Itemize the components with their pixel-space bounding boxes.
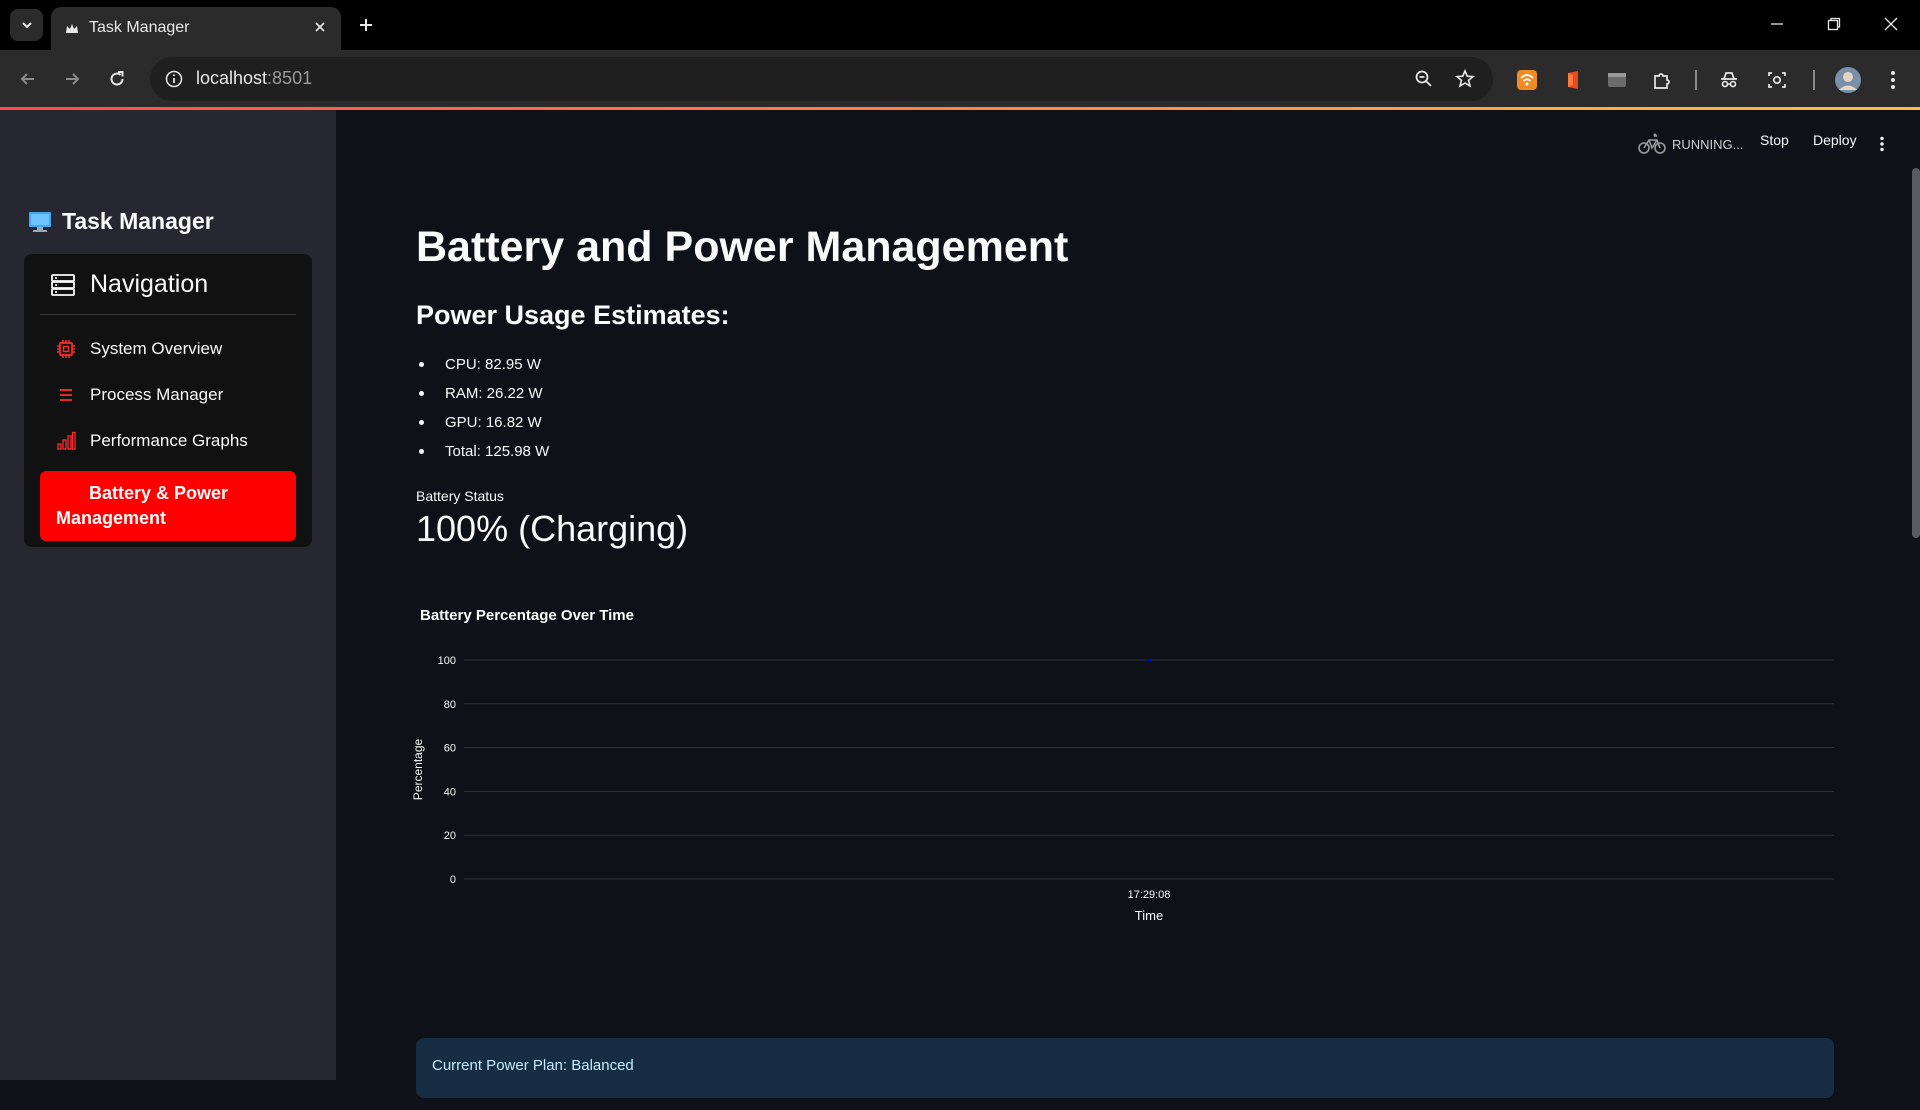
back-button[interactable] <box>12 63 44 95</box>
close-icon <box>1884 17 1898 31</box>
page-title: Battery and Power Management <box>416 223 1069 271</box>
reload-button[interactable] <box>101 63 133 95</box>
running-status: RUNNING... <box>1638 132 1744 156</box>
tab-search-button[interactable] <box>10 9 43 41</box>
battery-status-value: 100% (Charging) <box>416 508 689 549</box>
bookmark-star-icon[interactable] <box>1453 67 1477 91</box>
sidebar: Task Manager Navigation System Overview … <box>0 110 336 1080</box>
power-plan-info: Current Power Plan: Balanced <box>416 1038 1834 1098</box>
tab-title: Task Manager <box>89 19 190 36</box>
power-plan-text: Current Power Plan: Balanced <box>432 1057 634 1074</box>
window-extension-icon[interactable] <box>1604 67 1630 93</box>
toolbar-divider <box>1813 70 1815 90</box>
y-tick-label: 80 <box>444 699 456 711</box>
minimize-button[interactable] <box>1748 0 1806 48</box>
battery-status-label: Battery Status <box>416 488 504 504</box>
profile-avatar[interactable] <box>1834 66 1862 94</box>
list-item: GPU: 16.82 W <box>416 414 549 443</box>
bar-chart-icon <box>57 431 76 450</box>
x-tick-label: 17:29:08 <box>1128 889 1171 901</box>
crown-icon <box>66 24 78 33</box>
main-content: RUNNING... Stop Deploy Battery and Power… <box>336 110 1920 1098</box>
site-info-icon[interactable] <box>162 67 186 91</box>
office-extension-icon[interactable] <box>1560 67 1586 93</box>
nav-item-system-overview[interactable]: System Overview <box>40 329 296 369</box>
browser-tab[interactable]: Task Manager <box>51 7 341 50</box>
list-item: RAM: 26.22 W <box>416 385 549 414</box>
restore-icon <box>1827 17 1841 31</box>
extensions-puzzle-icon[interactable] <box>1649 67 1675 93</box>
screenshot-icon[interactable] <box>1764 67 1790 93</box>
computer-icon <box>29 211 51 232</box>
list-icon <box>60 389 72 401</box>
window-close-button[interactable] <box>1862 0 1920 48</box>
kebab-menu-icon[interactable] <box>1880 67 1906 93</box>
sidebar-title: Task Manager <box>28 208 214 235</box>
zoom-icon[interactable] <box>1412 67 1436 91</box>
nav-item-process-manager[interactable]: Process Manager <box>40 375 296 415</box>
incognito-icon[interactable] <box>1716 67 1742 93</box>
address-bar[interactable]: localhost:8501 <box>150 57 1493 101</box>
main-menu-icon[interactable] <box>1879 136 1885 152</box>
plus-icon <box>360 19 372 31</box>
power-estimates-list: CPU: 82.95 W RAM: 26.22 W GPU: 16.82 W T… <box>416 356 549 472</box>
chart-title: Battery Percentage Over Time <box>420 607 634 624</box>
restore-button[interactable] <box>1805 0 1863 48</box>
navigation-menu: Navigation System Overview Process Manag… <box>24 254 312 547</box>
bicycle-icon <box>1638 133 1666 154</box>
list-item: Total: 125.98 W <box>416 443 549 472</box>
reload-icon <box>110 71 124 86</box>
deploy-button[interactable]: Deploy <box>1813 132 1857 148</box>
navigation-header: Navigation <box>50 270 208 299</box>
toolbar-divider <box>1695 70 1697 90</box>
minimize-icon <box>1771 23 1783 25</box>
arrow-right-icon <box>66 73 80 85</box>
power-estimates-heading: Power Usage Estimates: <box>416 300 730 330</box>
nav-item-battery-power[interactable]: Battery & Power Management <box>40 471 296 541</box>
chevron-down-icon <box>21 22 32 29</box>
scrollbar[interactable] <box>1912 168 1920 538</box>
y-tick-label: 100 <box>438 655 456 667</box>
url-text[interactable]: localhost:8501 <box>196 68 312 89</box>
forward-button[interactable] <box>56 63 88 95</box>
new-tab-button[interactable] <box>352 11 380 39</box>
cpu-icon <box>57 340 75 358</box>
y-tick-label: 40 <box>444 786 456 798</box>
x-axis-label: Time <box>1135 908 1163 923</box>
nav-divider <box>40 314 296 315</box>
browser-tab-bar: Task Manager <box>0 0 1920 50</box>
close-icon[interactable] <box>309 16 331 38</box>
stop-button[interactable]: Stop <box>1760 132 1789 148</box>
y-tick-label: 20 <box>444 830 456 842</box>
browser-toolbar: localhost:8501 <box>0 50 1920 109</box>
y-axis-label: Percentage <box>411 738 425 800</box>
server-icon <box>51 273 75 296</box>
wifi-extension-icon[interactable] <box>1514 67 1540 93</box>
y-tick-label: 0 <box>450 874 456 886</box>
y-tick-label: 60 <box>444 743 456 755</box>
arrow-left-icon <box>20 73 34 85</box>
nav-item-performance-graphs[interactable]: Performance Graphs <box>40 421 296 461</box>
list-item: CPU: 82.95 W <box>416 356 549 385</box>
